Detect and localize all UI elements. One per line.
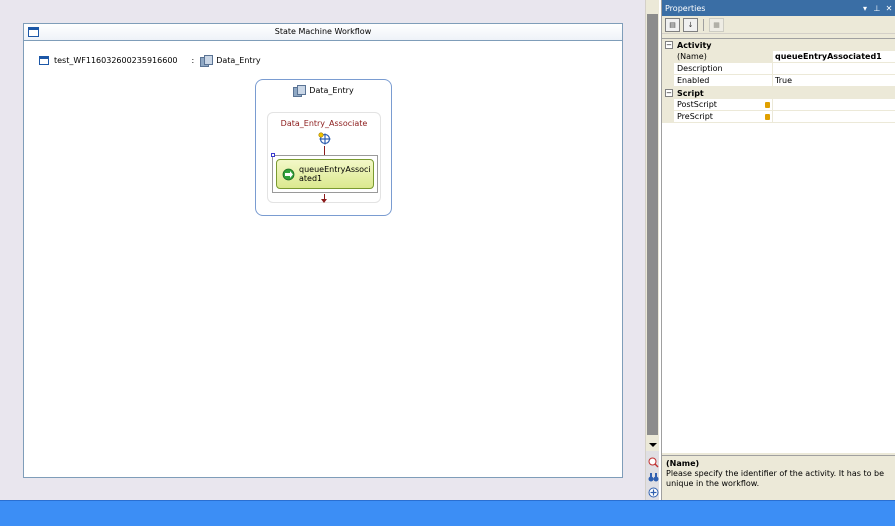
event-driven-name: Data_Entry_Associate [280, 119, 368, 128]
connector-arrow-icon [321, 199, 327, 203]
pin-icon[interactable]: ⊥ [871, 4, 883, 13]
row-gutter [662, 75, 674, 86]
property-pages-icon[interactable]: ▦ [709, 17, 724, 32]
queue-entry-activity[interactable]: queueEntryAssociated1 [276, 159, 374, 189]
zoom-fit-button[interactable] [647, 486, 659, 498]
category-script[interactable]: − Script [662, 87, 895, 99]
scroll-track[interactable] [646, 13, 659, 438]
breadcrumb-workflow-link[interactable]: test_WF116032600235916600 [54, 56, 178, 65]
collapse-icon[interactable]: − [665, 89, 673, 97]
activity-label: queueEntryAssociated1 [299, 165, 371, 183]
description-text: Please specify the identifier of the act… [666, 469, 885, 488]
property-value[interactable]: True [773, 75, 895, 86]
property-name: (Name) [674, 51, 773, 62]
property-name: Description [674, 63, 773, 74]
property-name: Enabled [674, 75, 773, 86]
category-label: Activity [677, 40, 712, 50]
property-grid: − Activity (Name) queueEntryAssociated1 … [662, 38, 895, 453]
property-name-text: PreScript [677, 112, 713, 121]
scroll-down-button[interactable] [646, 438, 659, 451]
scroll-up-button[interactable] [646, 0, 659, 13]
property-row-postscript[interactable]: PostScript [662, 99, 895, 111]
zoom-icon [648, 457, 658, 467]
close-icon[interactable]: ✕ [883, 4, 895, 13]
breadcrumb: test_WF116032600235916600 : Data_Entry [39, 53, 261, 67]
property-row-enabled[interactable]: Enabled True [662, 75, 895, 87]
row-gutter [662, 63, 674, 74]
state-icon [200, 55, 214, 67]
breadcrumb-separator: : [191, 55, 195, 65]
row-gutter [662, 111, 674, 122]
workflow-icon [39, 55, 49, 65]
breadcrumb-state-link[interactable]: Data_Entry [216, 56, 260, 65]
zoom-plus-icon [648, 487, 658, 497]
property-row-description[interactable]: Description [662, 63, 895, 75]
property-name: PostScript [674, 99, 773, 110]
workflow-title: State Machine Workflow [274, 27, 372, 36]
selection-handle[interactable] [271, 153, 275, 157]
property-value[interactable] [773, 63, 895, 74]
activity-arrow-icon [282, 168, 295, 180]
property-row-name[interactable]: (Name) queueEntryAssociated1 [662, 51, 895, 63]
properties-toolbar: ▤ ↓ ▦ [662, 16, 895, 34]
event-driven-activity[interactable]: Data_Entry_Associate queueEntryAssociate… [267, 112, 381, 203]
properties-panel: Properties ▾ ⊥ ✕ ▤ ↓ ▦ − Activity (Name)… [661, 0, 895, 500]
categorized-view-icon[interactable]: ▤ [665, 17, 680, 32]
property-row-prescript[interactable]: PreScript [662, 111, 895, 123]
state-header: Data_Entry [256, 85, 391, 97]
binoculars-icon [648, 472, 658, 481]
pan-button[interactable] [647, 471, 659, 483]
property-name-text: PostScript [677, 100, 717, 109]
category-label: Script [677, 88, 704, 98]
property-name: PreScript [674, 111, 773, 122]
alphabetical-sort-icon[interactable]: ↓ [683, 17, 698, 32]
bind-icon[interactable] [765, 114, 770, 120]
collapse-icon[interactable]: − [665, 41, 673, 49]
property-value[interactable] [773, 99, 895, 110]
workflow-titlebar: State Machine Workflow [24, 24, 622, 41]
vertical-scrollbar[interactable] [645, 0, 659, 500]
row-gutter [662, 51, 674, 62]
sequence-container: queueEntryAssociated1 [271, 153, 378, 193]
properties-titlebar: Properties ▾ ⊥ ✕ [662, 0, 895, 16]
category-activity[interactable]: − Activity [662, 39, 895, 51]
state-icon [293, 85, 307, 97]
property-value[interactable]: queueEntryAssociated1 [773, 51, 895, 62]
event-gear-icon [318, 132, 331, 145]
state-name: Data_Entry [309, 85, 354, 95]
dropdown-arrow-icon[interactable]: ▾ [859, 4, 871, 13]
workflow-designer: State Machine Workflow test_WF1160326002… [0, 0, 645, 500]
bind-icon[interactable] [765, 102, 770, 108]
description-pane: (Name) Please specify the identifier of … [662, 455, 895, 500]
arrow-down-icon [648, 442, 657, 447]
status-bar [0, 500, 895, 526]
toolbar-separator [703, 18, 704, 31]
scroll-thumb[interactable] [647, 14, 658, 435]
row-gutter [662, 99, 674, 110]
state-activity[interactable]: Data_Entry Data_Entry_Associate queueEnt… [255, 79, 392, 216]
zoom-in-button[interactable] [647, 456, 659, 468]
property-value[interactable] [773, 111, 895, 122]
properties-title: Properties [665, 3, 706, 13]
description-title: (Name) [666, 459, 700, 468]
workflow-frame: State Machine Workflow test_WF1160326002… [23, 23, 623, 478]
